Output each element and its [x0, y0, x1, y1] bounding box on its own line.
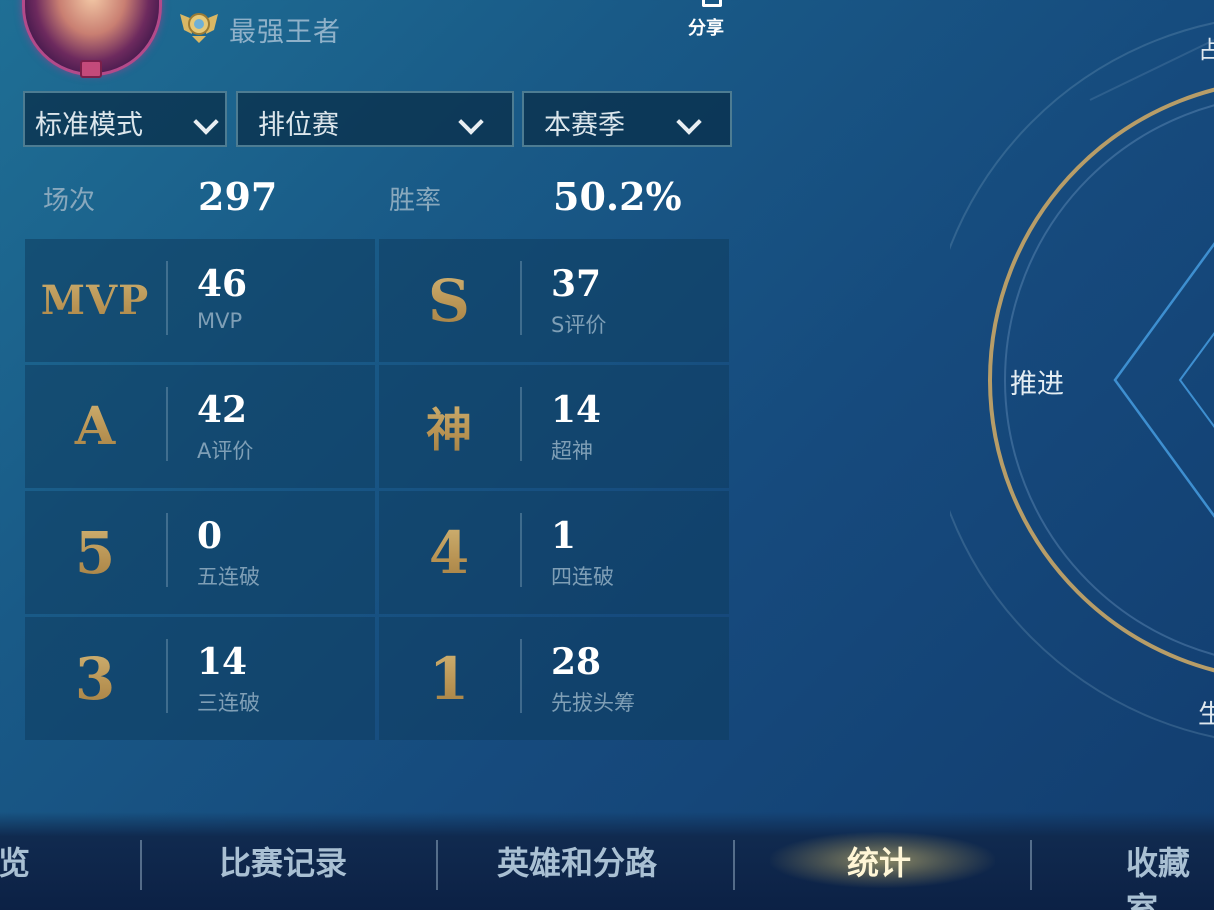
triple-badge-icon: 3	[25, 617, 165, 740]
radar-chart	[950, 22, 1214, 738]
divider	[520, 639, 522, 713]
stat-label: 五连破	[197, 565, 260, 589]
stat-value: 14	[551, 389, 602, 431]
stat-cell-penta: 5 0 五连破	[25, 491, 375, 614]
first-blood-badge-icon: 1	[379, 617, 519, 740]
share-button[interactable]: 分享	[686, 0, 736, 44]
tab-match-history[interactable]: 比赛记录	[219, 838, 347, 884]
winrate-value: 50.2%	[553, 174, 682, 219]
stat-value: 46	[197, 263, 248, 305]
mode-dropdown-label: 标准模式	[35, 110, 143, 141]
mode-dropdown[interactable]: 标准模式	[23, 91, 227, 147]
tab-overview[interactable]: 览	[0, 838, 30, 884]
godlike-badge-icon: 神	[379, 365, 519, 488]
nav-divider	[1030, 840, 1032, 890]
nav-divider	[140, 840, 142, 890]
stat-label: A评价	[197, 439, 254, 463]
share-label: 分享	[688, 18, 724, 39]
stat-label: 超神	[551, 439, 593, 463]
tab-heroes-lanes[interactable]: 英雄和分路	[497, 838, 657, 884]
stat-value: 1	[551, 515, 577, 557]
stat-value: 14	[197, 641, 248, 683]
stat-cell-a: A 42 A评价	[25, 365, 375, 488]
stat-cell-mvp: MVP 46 MVP	[25, 239, 375, 362]
radar-bottom-label: 生	[1198, 700, 1214, 730]
divider	[166, 261, 168, 335]
stat-value: 37	[551, 263, 602, 305]
penta-badge-icon: 5	[25, 491, 165, 614]
nav-divider	[733, 840, 735, 890]
stats-grid: MVP 46 MVP S 37 S评价 A 42 A评价 神 14 超神 5 0…	[25, 239, 730, 740]
divider	[520, 261, 522, 335]
stat-cell-godlike: 神 14 超神	[379, 365, 729, 488]
tab-statistics[interactable]: 统计	[847, 838, 911, 884]
divider	[166, 387, 168, 461]
chevron-down-icon	[193, 109, 219, 135]
stat-label: 先拔头筹	[551, 691, 635, 715]
share-icon	[702, 0, 722, 7]
nav-divider	[436, 840, 438, 890]
rank-label: 最强王者	[229, 17, 341, 48]
stat-value: 0	[197, 515, 223, 557]
winrate-label: 胜率	[389, 186, 442, 216]
stat-value: 42	[197, 389, 248, 431]
stat-cell-quadra: 4 1 四连破	[379, 491, 729, 614]
stat-cell-first-blood: 1 28 先拔头筹	[379, 617, 729, 740]
chevron-down-icon	[676, 109, 702, 135]
stat-label: 三连破	[197, 691, 260, 715]
stat-cell-triple: 3 14 三连破	[25, 617, 375, 740]
games-label: 场次	[43, 186, 96, 216]
chevron-down-icon	[458, 109, 484, 135]
divider	[166, 513, 168, 587]
rank-icon	[180, 13, 218, 43]
stat-label: S评价	[551, 313, 607, 337]
radar-push-label: 推进	[1010, 369, 1064, 400]
a-badge-icon: A	[25, 365, 165, 488]
stat-label: 四连破	[551, 565, 614, 589]
divider	[520, 513, 522, 587]
match-type-dropdown-label: 排位赛	[258, 110, 339, 141]
avatar[interactable]	[14, 0, 164, 78]
season-dropdown-label: 本赛季	[544, 110, 625, 141]
avatar-gem-icon	[80, 60, 102, 78]
divider	[520, 387, 522, 461]
s-badge-icon: S	[379, 239, 519, 362]
stat-value: 28	[551, 641, 602, 683]
quadra-badge-icon: 4	[379, 491, 519, 614]
match-type-dropdown[interactable]: 排位赛	[236, 91, 514, 147]
season-dropdown[interactable]: 本赛季	[522, 91, 732, 147]
stat-cell-s: S 37 S评价	[379, 239, 729, 362]
divider	[166, 639, 168, 713]
games-value: 297	[198, 174, 278, 219]
tab-collection[interactable]: 收藏室	[1126, 838, 1214, 910]
stat-label: MVP	[197, 309, 243, 333]
mvp-badge-icon: MVP	[25, 239, 165, 362]
